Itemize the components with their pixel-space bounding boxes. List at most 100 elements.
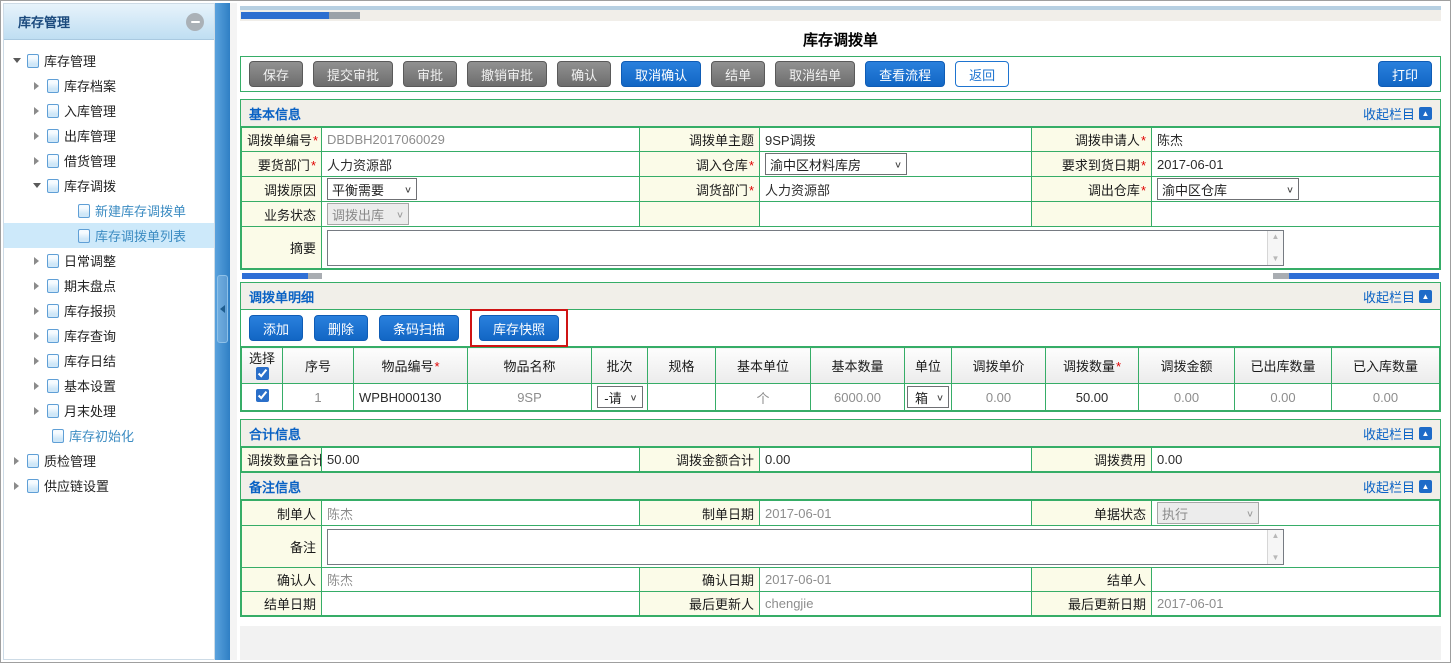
sidebar-item-label: 库存报损 <box>64 304 117 319</box>
chevron-right-icon[interactable] <box>34 331 39 340</box>
sidebar-item-daily-adjust[interactable]: 日常调整 <box>4 248 214 273</box>
column-header-select: 选择 <box>241 347 283 384</box>
sidebar-item-month-end[interactable]: 月末处理 <box>4 398 214 423</box>
scrollbar-thumb[interactable] <box>1289 273 1439 279</box>
column-header: 序号 <box>282 347 354 384</box>
field-label: 结单日期 <box>241 591 322 616</box>
sidebar-item-archives[interactable]: 库存档案 <box>4 73 214 98</box>
inventory-snapshot-button[interactable]: 库存快照 <box>479 315 560 341</box>
save-button[interactable]: 保存 <box>249 61 304 87</box>
back-button[interactable]: 返回 <box>955 61 1010 87</box>
chevron-right-icon[interactable] <box>34 356 39 365</box>
view-workflow-button[interactable]: 查看流程 <box>865 61 946 87</box>
collapse-up-icon: ▲ <box>1419 426 1432 440</box>
subject-value[interactable]: 9SP调拨 <box>759 127 1032 152</box>
collapse-left-icon <box>220 305 225 313</box>
sidebar-item-label: 质检管理 <box>44 454 97 469</box>
note-textarea[interactable]: ▲ ▼ <box>327 528 1284 565</box>
barcode-scan-button[interactable]: 条码扫描 <box>379 315 460 341</box>
main-content: 库存调拨单 保存 提交审批 审批 撤销审批 确认 取消确认 结单 取消结单 查看… <box>237 3 1448 660</box>
sidebar-item-loss-report[interactable]: 库存报损 <box>4 298 214 323</box>
sidebar-item-inventory-init[interactable]: 库存初始化 <box>4 423 214 448</box>
transfer-reason-select[interactable]: 平衡需要 ∨ <box>327 178 417 200</box>
collapse-sidebar-button[interactable] <box>186 12 204 31</box>
field-label: 调拨金额合计 <box>639 447 760 472</box>
collapse-section-link[interactable]: 收起栏目 ▲ <box>1363 424 1432 443</box>
remarks-header: 备注信息 收起栏目 ▲ <box>241 473 1440 500</box>
chevron-right-icon[interactable] <box>14 481 19 490</box>
chevron-right-icon[interactable] <box>34 381 39 390</box>
supply-dept-value[interactable]: 人力资源部 <box>759 176 1032 202</box>
cancel-close-order-button[interactable]: 取消结单 <box>775 61 856 87</box>
batch-select[interactable]: -请 ∨ <box>596 386 643 408</box>
sidebar-item-borrow[interactable]: 借货管理 <box>4 148 214 173</box>
req-dept-value[interactable]: 人力资源部 <box>321 151 640 177</box>
scrollbar-thumb[interactable] <box>241 12 329 19</box>
chevron-down-icon[interactable] <box>32 183 41 188</box>
sidebar-item-transfer[interactable]: 库存调拨 <box>4 173 214 198</box>
field-label: 调货部门* <box>639 176 760 202</box>
sidebar-item-inventory-root[interactable]: 库存管理 <box>4 48 214 73</box>
collapse-link-label: 收起栏目 <box>1362 289 1415 305</box>
chevron-right-icon[interactable] <box>34 406 39 415</box>
sidebar-item-transfer-order-list[interactable]: 库存调拨单列表 <box>4 223 214 248</box>
sidebar-item-inbound[interactable]: 入库管理 <box>4 98 214 123</box>
document-icon <box>47 153 59 168</box>
confirm-button[interactable]: 确认 <box>557 61 612 87</box>
sidebar-item-outbound[interactable]: 出库管理 <box>4 123 214 148</box>
summary-textarea[interactable]: ▲ ▼ <box>327 229 1284 266</box>
chevron-right-icon[interactable] <box>34 131 39 140</box>
chevron-right-icon[interactable] <box>34 256 39 265</box>
chevron-right-icon[interactable] <box>34 281 39 290</box>
sidebar-item-daily-close[interactable]: 库存日结 <box>4 348 214 373</box>
scrollbar-thumb[interactable] <box>242 273 308 279</box>
chevron-down-icon[interactable] <box>12 58 21 63</box>
fee-value[interactable]: 0.00 <box>1151 447 1440 472</box>
sidebar-item-quality-mgmt[interactable]: 质检管理 <box>4 448 214 473</box>
collapse-section-link[interactable]: 收起栏目 ▲ <box>1363 477 1432 496</box>
sidebar-item-new-transfer-order[interactable]: 新建库存调拨单 <box>4 198 214 223</box>
sidebar-item-inventory-query[interactable]: 库存查询 <box>4 323 214 348</box>
document-icon <box>47 278 59 293</box>
field-label: 调出仓库* <box>1031 176 1152 202</box>
sidebar-item-basic-settings[interactable]: 基本设置 <box>4 373 214 398</box>
close-order-button[interactable]: 结单 <box>711 61 766 87</box>
unit-select[interactable]: 箱 ∨ <box>907 386 949 408</box>
collapse-section-link[interactable]: 收起栏目 ▲ <box>1363 104 1432 123</box>
chevron-right-icon[interactable] <box>34 306 39 315</box>
applicant-value[interactable]: 陈杰 <box>1151 127 1440 152</box>
revoke-approval-button[interactable]: 撤销审批 <box>467 61 548 87</box>
cancel-confirm-button[interactable]: 取消确认 <box>621 61 702 87</box>
qty-cell[interactable]: 50.00 <box>1045 383 1139 411</box>
close-date-value <box>321 591 640 616</box>
collapse-section-link[interactable]: 收起栏目 ▲ <box>1363 287 1432 306</box>
sidebar-item-label: 借货管理 <box>64 154 117 169</box>
out-warehouse-select[interactable]: 渝中区仓库 ∨ <box>1157 178 1299 200</box>
req-date-value[interactable]: 2017-06-01 <box>1151 151 1440 177</box>
in-warehouse-select[interactable]: 渝中区材料库房 ∨ <box>765 153 907 175</box>
delete-row-button[interactable]: 删除 <box>314 315 369 341</box>
section-title: 基本信息 <box>249 106 302 122</box>
select-all-checkbox[interactable] <box>255 367 269 380</box>
section-title: 调拨单明细 <box>249 289 315 305</box>
chevron-right-icon[interactable] <box>34 106 39 115</box>
sidebar-item-supply-chain[interactable]: 供应链设置 <box>4 473 214 498</box>
sidebar-item-label: 入库管理 <box>64 104 117 119</box>
sidebar-item-period-count[interactable]: 期末盘点 <box>4 273 214 298</box>
approve-button[interactable]: 审批 <box>403 61 458 87</box>
item-no-cell[interactable]: WPBH000130 <box>353 383 468 411</box>
chevron-right-icon[interactable] <box>14 456 19 465</box>
sidebar-splitter[interactable] <box>215 3 230 660</box>
chevron-right-icon[interactable] <box>34 81 39 90</box>
chevron-right-icon[interactable] <box>34 156 39 165</box>
section-horizontal-scrollbar[interactable] <box>240 271 1441 281</box>
print-button[interactable]: 打印 <box>1377 61 1432 87</box>
splitter-collapse-handle[interactable] <box>217 275 228 343</box>
field-label: 调拨数量合计 <box>241 447 322 472</box>
top-horizontal-scrollbar[interactable] <box>240 10 1441 21</box>
submit-approval-button[interactable]: 提交审批 <box>313 61 394 87</box>
row-checkbox[interactable] <box>255 389 269 402</box>
add-row-button[interactable]: 添加 <box>249 315 304 341</box>
collapse-link-label: 收起栏目 <box>1362 426 1415 442</box>
field-label: 摘要 <box>241 226 322 269</box>
